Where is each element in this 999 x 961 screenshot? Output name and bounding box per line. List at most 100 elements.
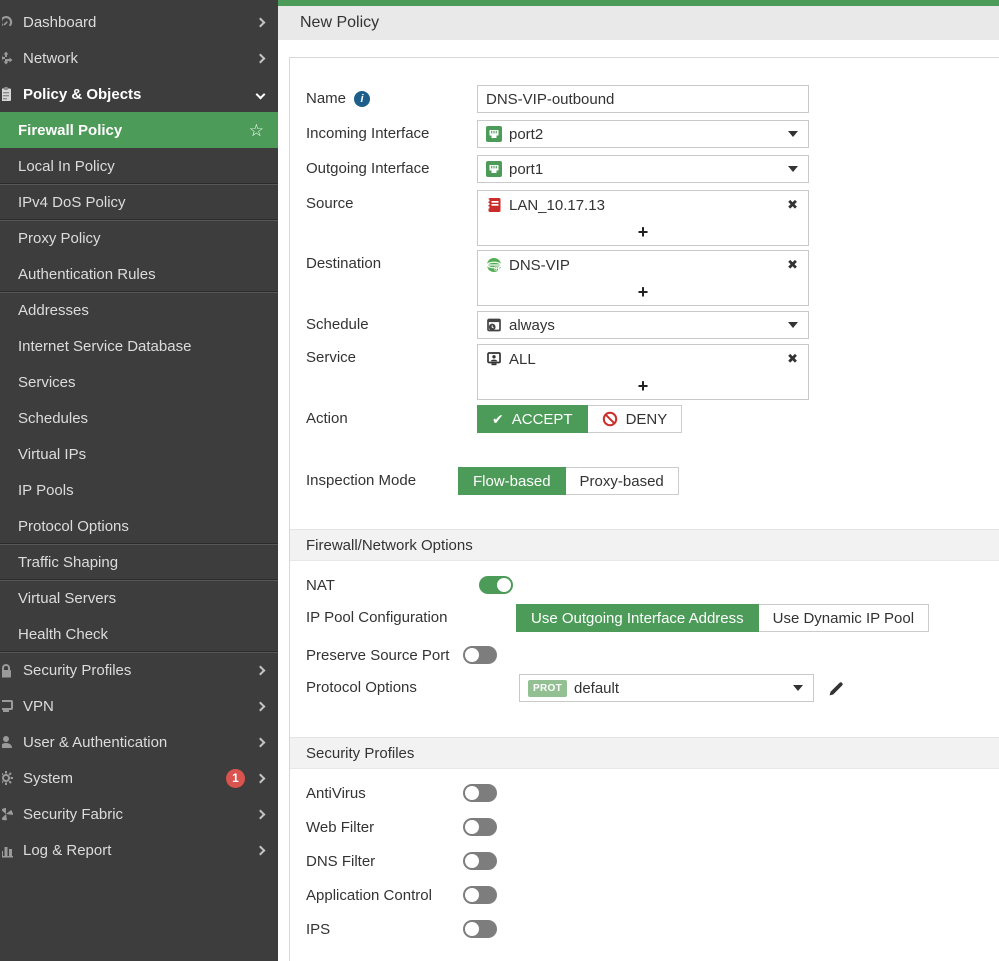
sidebar-item-policy-objects[interactable]: Policy & Objects <box>0 76 278 112</box>
sidebar-item-firewall-policy[interactable]: Firewall Policy ☆ <box>0 112 278 148</box>
sidebar-item-protocol-options[interactable]: Protocol Options <box>0 508 278 544</box>
chevron-right-icon <box>256 809 266 819</box>
sidebar-item-log-report[interactable]: Log & Report <box>0 832 278 868</box>
dropdown-caret-icon <box>793 685 803 691</box>
antivirus-row: AntiVirus <box>306 783 999 802</box>
chevron-right-icon <box>256 666 266 676</box>
sidebar-item-label: Firewall Policy <box>18 122 249 139</box>
incoming-interface-row: Incoming Interface port2 <box>306 120 999 148</box>
sidebar-item-network[interactable]: Network <box>0 40 278 76</box>
sidebar-item-ipv4-dos-policy[interactable]: IPv4 DoS Policy <box>0 184 278 220</box>
sidebar-item-authentication-rules[interactable]: Authentication Rules <box>0 256 278 292</box>
chevron-right-icon <box>256 773 266 783</box>
sidebar-item-system[interactable]: System 1 <box>0 760 278 796</box>
sidebar-item-dashboard[interactable]: Dashboard <box>0 4 278 40</box>
dns-filter-label: DNS Filter <box>306 853 375 870</box>
add-source-button[interactable]: + <box>638 223 649 241</box>
application-control-row: Application Control <box>306 885 999 904</box>
nat-toggle[interactable] <box>479 576 513 594</box>
outgoing-interface-select[interactable]: port1 <box>477 155 809 183</box>
use-outgoing-interface-address-button[interactable]: Use Outgoing Interface Address <box>516 604 759 632</box>
deny-icon <box>602 411 618 427</box>
flow-based-button[interactable]: Flow-based <box>458 467 566 495</box>
sidebar-item-virtual-ips[interactable]: Virtual IPs <box>0 436 278 472</box>
add-service-button[interactable]: + <box>638 377 649 395</box>
ips-row: IPS <box>306 919 999 938</box>
preserve-source-port-toggle[interactable] <box>463 646 497 664</box>
ethernet-port-icon <box>486 126 502 142</box>
destination-entry[interactable]: DNS-VIP ✖ <box>478 251 808 279</box>
name-input[interactable] <box>477 85 809 113</box>
notification-badge: 1 <box>226 769 245 788</box>
monitor-icon <box>2 698 15 714</box>
antivirus-label: AntiVirus <box>306 785 366 802</box>
sidebar-item-label: Policy & Objects <box>23 86 257 103</box>
sidebar-item-security-profiles[interactable]: Security Profiles <box>0 652 278 688</box>
outgoing-interface-label: Outgoing Interface <box>306 160 429 177</box>
protocol-options-value: default <box>574 680 619 697</box>
accept-button[interactable]: ✔ ACCEPT <box>477 405 588 433</box>
web-filter-toggle[interactable] <box>463 818 497 836</box>
source-entry[interactable]: LAN_10.17.13 ✖ <box>478 191 808 219</box>
schedule-icon <box>486 317 502 333</box>
policy-form-panel: Namei Incoming Interface port2 Outgoing … <box>289 57 999 961</box>
add-destination-button[interactable]: + <box>638 283 649 301</box>
sidebar-item-virtual-servers[interactable]: Virtual Servers <box>0 580 278 616</box>
sidebar-item-services[interactable]: Services <box>0 364 278 400</box>
sidebar-item-addresses[interactable]: Addresses <box>0 292 278 328</box>
sidebar-item-schedules[interactable]: Schedules <box>0 400 278 436</box>
remove-icon[interactable]: ✖ <box>787 197 798 213</box>
service-label: Service <box>306 349 356 366</box>
incoming-interface-select[interactable]: port2 <box>477 120 809 148</box>
star-icon[interactable]: ☆ <box>249 122 264 139</box>
chart-icon <box>2 842 15 858</box>
protocol-options-select[interactable]: PROT default <box>519 674 814 702</box>
sidebar-item-ip-pools[interactable]: IP Pools <box>0 472 278 508</box>
dns-filter-toggle[interactable] <box>463 852 497 870</box>
sidebar-item-health-check[interactable]: Health Check <box>0 616 278 652</box>
remove-icon[interactable]: ✖ <box>787 257 798 273</box>
proxy-based-button[interactable]: Proxy-based <box>566 467 679 495</box>
chevron-right-icon <box>256 737 266 747</box>
source-row: Source LAN_10.17.13 ✖ + <box>306 190 999 246</box>
protocol-options-label: Protocol Options <box>306 679 417 696</box>
action-segment: ✔ ACCEPT DENY <box>477 405 682 433</box>
service-value: ALL <box>509 351 536 368</box>
incoming-interface-value: port2 <box>509 126 543 143</box>
sidebar: Dashboard Network Policy & Objects Firew… <box>0 0 278 961</box>
info-icon[interactable]: i <box>354 91 370 107</box>
sidebar-item-traffic-shaping[interactable]: Traffic Shaping <box>0 544 278 580</box>
edit-icon[interactable] <box>828 680 845 702</box>
sidebar-item-proxy-policy[interactable]: Proxy Policy <box>0 220 278 256</box>
sidebar-item-user-authentication[interactable]: User & Authentication <box>0 724 278 760</box>
schedule-label: Schedule <box>306 316 369 333</box>
sidebar-item-local-in-policy[interactable]: Local In Policy <box>0 148 278 184</box>
policy-icon <box>2 86 15 102</box>
inspection-mode-row: Inspection Mode Flow-based Proxy-based <box>306 467 999 495</box>
sidebar-item-vpn[interactable]: VPN <box>0 688 278 724</box>
remove-icon[interactable]: ✖ <box>787 351 798 367</box>
antivirus-toggle[interactable] <box>463 784 497 802</box>
deny-button[interactable]: DENY <box>588 405 683 433</box>
protocol-options-row: Protocol Options PROT default <box>306 674 999 702</box>
schedule-value: always <box>509 317 555 334</box>
name-label: Name <box>306 90 346 107</box>
schedule-select[interactable]: always <box>477 311 809 339</box>
page-title: New Policy <box>300 14 379 32</box>
preserve-source-port-label: Preserve Source Port <box>306 647 449 664</box>
ips-toggle[interactable] <box>463 920 497 938</box>
virtual-ip-icon <box>486 257 502 273</box>
service-box: ALL ✖ + <box>477 344 809 400</box>
sidebar-item-security-fabric[interactable]: Security Fabric <box>0 796 278 832</box>
sidebar-item-internet-service-database[interactable]: Internet Service Database <box>0 328 278 364</box>
service-row: Service ALL ✖ + <box>306 344 999 400</box>
sidebar-item-label: Network <box>23 50 257 67</box>
address-book-icon <box>486 197 502 213</box>
outgoing-interface-value: port1 <box>509 161 543 178</box>
name-row: Namei <box>306 85 999 113</box>
source-value: LAN_10.17.13 <box>509 197 605 214</box>
application-control-toggle[interactable] <box>463 886 497 904</box>
service-entry[interactable]: ALL ✖ <box>478 345 808 373</box>
chevron-right-icon <box>256 17 266 27</box>
use-dynamic-ip-pool-button[interactable]: Use Dynamic IP Pool <box>759 604 929 632</box>
